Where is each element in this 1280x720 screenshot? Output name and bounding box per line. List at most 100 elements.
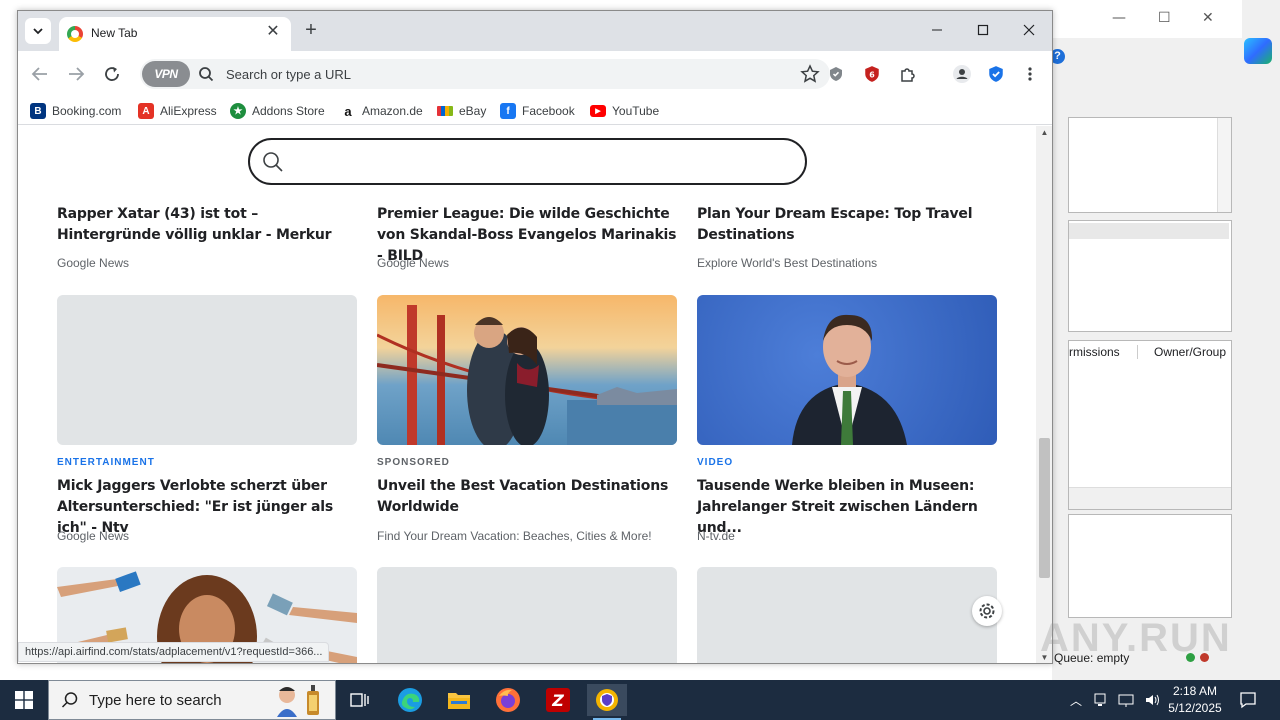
arrow-right-icon (69, 67, 85, 81)
tab-search-button[interactable] (25, 18, 51, 44)
start-button[interactable] (0, 680, 48, 720)
browser-window: New Tab ✕ + VPN Search or type a URL 6 B… (17, 10, 1053, 664)
maximize-button[interactable] (960, 11, 1006, 49)
news-source: Google News (377, 256, 450, 270)
remote-file-list[interactable]: rmissions Owner/Group (1068, 340, 1232, 510)
queue-panel[interactable] (1068, 514, 1232, 618)
news-headline[interactable]: Unveil the Best Vacation Destinations Wo… (377, 476, 677, 518)
local-tree-panel[interactable] (1068, 117, 1232, 213)
search-icon (61, 692, 78, 708)
folder-icon (448, 693, 470, 709)
ublock-icon[interactable]: 6 (862, 64, 882, 84)
amazon-icon: a (340, 103, 356, 119)
tab-strip: New Tab ✕ + (18, 11, 1052, 51)
address-bar[interactable]: VPN Search or type a URL (140, 59, 830, 89)
column-owner-group[interactable]: Owner/Group (1137, 345, 1226, 359)
close-window-button[interactable] (1006, 11, 1052, 49)
news-category: ENTERTAINMENT (57, 457, 155, 468)
bookmark-label: AliExpress (160, 104, 217, 118)
copilot-icon[interactable] (1244, 38, 1272, 64)
task-view-button[interactable] (340, 684, 380, 716)
remote-tree-panel[interactable] (1068, 220, 1232, 332)
tab-close-icon[interactable]: ✕ (263, 22, 283, 42)
taskbar-filezilla[interactable]: Z (538, 684, 578, 716)
bookmark-label: Facebook (522, 104, 575, 118)
taskbar-browser-active[interactable] (587, 684, 627, 720)
news-image-placeholder[interactable] (377, 567, 677, 663)
forward-button[interactable] (64, 62, 88, 86)
network-share-icon[interactable] (1092, 692, 1108, 708)
news-headline[interactable]: Plan Your Dream Escape: Top Travel Desti… (697, 204, 997, 246)
bookmark-facebook[interactable]: f Facebook (500, 102, 575, 120)
bookmarks-bar: B Booking.com A AliExpress ★ Addons Stor… (18, 97, 1052, 125)
menu-kebab-icon[interactable] (1020, 64, 1040, 84)
browser-favicon-icon (67, 26, 83, 42)
news-source: Find Your Dream Vacation: Beaches, Citie… (377, 529, 652, 543)
new-tab-button[interactable]: + (300, 19, 322, 41)
bookmark-label: YouTube (612, 104, 660, 118)
news-category: VIDEO (697, 457, 734, 468)
news-image-placeholder[interactable] (697, 567, 997, 663)
gear-icon (979, 603, 995, 619)
vpn-button[interactable]: VPN (142, 61, 190, 87)
network-icon[interactable] (1118, 692, 1134, 708)
taskbar: Type here to search Z ︿ 2:18 AM 5/12/202… (0, 680, 1280, 720)
background-titlebar: — ☐ ✕ (1052, 0, 1242, 38)
scrollbar-thumb[interactable] (1039, 438, 1050, 578)
bookmark-star-icon[interactable] (800, 64, 820, 84)
notification-center-button[interactable] (1228, 684, 1268, 716)
security-shield-icon[interactable] (986, 64, 1006, 84)
ebay-icon (437, 106, 453, 116)
system-tray: ︿ (1070, 680, 1160, 720)
taskbar-firefox[interactable] (488, 684, 528, 716)
addons-store-icon: ★ (230, 103, 246, 119)
bookmark-aliexpress[interactable]: A AliExpress (138, 102, 217, 120)
task-view-icon (350, 693, 369, 707)
maximize-icon[interactable]: ☐ (1158, 10, 1171, 26)
windows-logo-icon (15, 691, 33, 709)
search-icon (263, 152, 283, 172)
customize-settings-button[interactable] (972, 596, 1002, 626)
bookmark-ebay[interactable]: eBay (437, 102, 486, 120)
minimize-button[interactable] (914, 11, 960, 49)
couple-bridge-photo[interactable] (377, 295, 677, 445)
bookmark-label: Booking.com (52, 104, 122, 118)
back-button[interactable] (28, 62, 52, 86)
system-clock[interactable]: 2:18 AM 5/12/2025 (1160, 683, 1230, 717)
news-headline[interactable]: Tausende Werke bleiben in Museen: Jahrel… (697, 476, 997, 539)
bookmark-youtube[interactable]: ▶ YouTube (590, 102, 659, 120)
bookmark-amazon[interactable]: a Amazon.de (340, 102, 423, 120)
page-search-box[interactable] (248, 138, 807, 185)
man-in-suit-photo[interactable] (697, 295, 997, 445)
scroll-up-icon[interactable]: ▲ (1036, 126, 1052, 140)
column-permissions[interactable]: rmissions (1069, 345, 1120, 359)
bookmark-addons-store[interactable]: ★ Addons Store (230, 102, 325, 120)
bookmark-label: Addons Store (252, 104, 325, 118)
taskbar-file-explorer[interactable] (439, 684, 479, 716)
extension-shield-gray-icon[interactable] (826, 64, 846, 84)
bookmark-booking[interactable]: B Booking.com (30, 102, 121, 120)
news-source: Explore World's Best Destinations (697, 256, 878, 270)
booking-icon: B (30, 103, 46, 119)
page-scrollbar[interactable]: ▲ ▼ (1036, 126, 1052, 663)
extensions-puzzle-icon[interactable] (898, 64, 918, 84)
reload-button[interactable] (100, 62, 124, 86)
volume-icon[interactable] (1144, 692, 1160, 708)
edge-icon (398, 688, 422, 712)
firefox-icon (496, 688, 520, 712)
address-input[interactable]: Search or type a URL (226, 67, 351, 82)
taskbar-search-box[interactable]: Type here to search (48, 680, 336, 720)
news-image-placeholder[interactable] (57, 295, 357, 445)
minimize-icon[interactable]: — (1112, 10, 1126, 26)
taskbar-edge[interactable] (390, 684, 430, 716)
profile-avatar-icon[interactable] (952, 64, 972, 84)
bookmark-label: eBay (459, 104, 487, 118)
chevron-up-icon[interactable]: ︿ (1070, 692, 1082, 709)
close-icon[interactable]: ✕ (1202, 10, 1214, 26)
tab-new-tab[interactable]: New Tab ✕ (59, 17, 291, 51)
news-source: N-tv.de (697, 529, 735, 543)
news-headline[interactable]: Rapper Xatar (43) ist tot – Hintergründe… (57, 204, 357, 246)
maximize-icon (977, 24, 989, 36)
svg-text:6: 6 (869, 70, 875, 79)
reload-icon (105, 67, 119, 81)
